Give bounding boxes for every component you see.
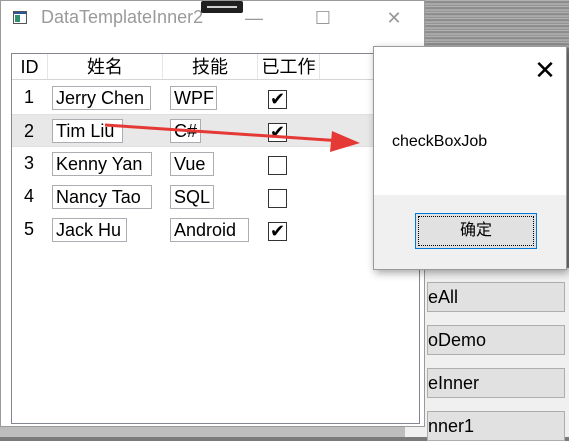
- data-grid[interactable]: ID 姓名 技能 已工作 1 Jerry Chen WPF ✔ 2 Tim Li…: [11, 53, 420, 424]
- close-button[interactable]: ✕: [371, 1, 417, 35]
- row-id: 3: [24, 153, 35, 173]
- working-checkbox[interactable]: [268, 156, 287, 175]
- check-icon: ✔: [269, 221, 286, 241]
- row-id: 4: [24, 186, 35, 206]
- window-title: DataTemplateInner2: [41, 7, 204, 27]
- background-button-2[interactable]: oDemo: [427, 325, 565, 355]
- working-checkbox[interactable]: ✔: [268, 90, 287, 109]
- skill-field[interactable]: C#: [170, 119, 201, 143]
- desktop-background-top: [425, 0, 569, 48]
- table-row[interactable]: 1 Jerry Chen WPF ✔: [12, 81, 419, 114]
- grid-header: ID 姓名 技能 已工作: [12, 54, 419, 80]
- working-checkbox[interactable]: [268, 189, 287, 208]
- name-field[interactable]: Jack Hu: [52, 218, 127, 242]
- column-header-id[interactable]: ID: [12, 54, 48, 79]
- message-dialog: ✕ checkBoxJob 确定: [373, 46, 567, 270]
- table-row[interactable]: 4 Nancy Tao SQL: [12, 180, 419, 213]
- skill-field[interactable]: SQL: [170, 185, 214, 209]
- name-field[interactable]: Jerry Chen: [52, 86, 151, 110]
- column-header-working[interactable]: 已工作: [258, 54, 320, 79]
- ok-button[interactable]: 确定: [415, 213, 537, 249]
- table-row-selected[interactable]: 2 Tim Liu C# ✔: [12, 114, 419, 147]
- background-button-3[interactable]: eInner: [427, 368, 565, 398]
- skill-field[interactable]: Vue: [170, 152, 214, 176]
- check-icon: ✔: [269, 89, 286, 109]
- table-row[interactable]: 5 Jack Hu Android ✔: [12, 213, 419, 246]
- name-field[interactable]: Kenny Yan: [52, 152, 152, 176]
- row-id: 2: [24, 121, 35, 141]
- skill-field[interactable]: WPF: [170, 86, 217, 110]
- row-id: 1: [24, 87, 35, 107]
- skill-field[interactable]: Android: [170, 218, 249, 242]
- maximize-button[interactable]: ☐: [300, 1, 346, 35]
- column-header-name[interactable]: 姓名: [48, 54, 163, 79]
- name-field[interactable]: Tim Liu: [52, 119, 123, 143]
- check-icon: ✔: [269, 122, 286, 142]
- main-window: DataTemplateInner2 — ☐ ✕ ID 姓名 技能 已工作 1 …: [0, 0, 425, 427]
- name-field[interactable]: Nancy Tao: [52, 185, 152, 209]
- minimize-button[interactable]: —: [231, 1, 277, 35]
- working-checkbox[interactable]: ✔: [268, 222, 287, 241]
- dialog-message: checkBoxJob: [392, 133, 488, 150]
- column-header-skill[interactable]: 技能: [163, 54, 258, 79]
- row-id: 5: [24, 219, 35, 239]
- working-checkbox[interactable]: ✔: [268, 123, 287, 142]
- app-icon: [13, 11, 27, 24]
- dialog-footer: 确定: [374, 195, 566, 269]
- background-button-1[interactable]: eAll: [427, 282, 565, 312]
- table-row[interactable]: 3 Kenny Yan Vue: [12, 147, 419, 180]
- title-bar[interactable]: DataTemplateInner2 — ☐ ✕: [1, 1, 424, 35]
- dialog-close-button[interactable]: ✕: [530, 55, 560, 85]
